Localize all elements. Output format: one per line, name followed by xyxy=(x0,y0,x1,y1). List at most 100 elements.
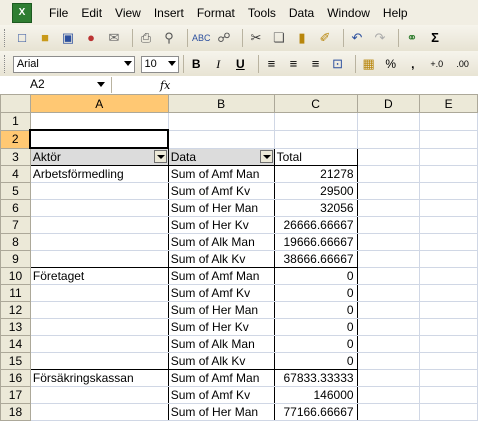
pivot-row-label[interactable] xyxy=(29,284,169,302)
pivot-row-label[interactable] xyxy=(29,352,169,370)
pivot-data-label[interactable]: Sum of Amf Kv xyxy=(167,284,275,302)
menu-view[interactable]: View xyxy=(115,6,141,20)
email-icon[interactable]: ✉ xyxy=(105,29,123,47)
hyperlink-icon[interactable]: ⚭ xyxy=(403,29,421,47)
row-header[interactable]: 15 xyxy=(0,352,31,370)
row-header[interactable]: 9 xyxy=(0,250,31,268)
pivot-data-label[interactable]: Sum of Alk Kv xyxy=(167,352,275,370)
new-document-icon[interactable]: □ xyxy=(13,29,31,47)
decrease-decimal-button[interactable]: .00 xyxy=(452,59,473,69)
row-header[interactable]: 13 xyxy=(0,318,31,336)
pivot-value[interactable]: 29500 xyxy=(273,182,358,200)
open-folder-icon[interactable]: ■ xyxy=(36,29,54,47)
cell[interactable] xyxy=(419,318,478,336)
pivot-value[interactable]: 26666.66667 xyxy=(273,216,358,234)
cell[interactable] xyxy=(356,403,421,421)
active-cell[interactable] xyxy=(29,129,170,149)
pivot-data-label[interactable]: Sum of Alk Man xyxy=(167,233,275,251)
pivot-row-label[interactable]: Företaget xyxy=(29,267,169,285)
pivot-value[interactable]: 0 xyxy=(273,335,358,353)
cell[interactable] xyxy=(419,216,478,234)
merge-center-icon[interactable]: ⊡ xyxy=(329,55,346,73)
cell[interactable] xyxy=(356,233,421,251)
chevron-down-icon[interactable] xyxy=(123,60,132,66)
paste-icon[interactable]: ▮ xyxy=(293,29,311,47)
pivot-value[interactable]: 19666.66667 xyxy=(273,233,358,251)
menu-tools[interactable]: Tools xyxy=(248,6,276,20)
research-icon[interactable]: ☍ xyxy=(215,29,233,47)
row-header[interactable]: 18 xyxy=(0,403,31,421)
redo-icon[interactable]: ↷ xyxy=(371,29,389,47)
row-header[interactable]: 16 xyxy=(0,369,31,387)
row-header[interactable]: 6 xyxy=(0,199,31,217)
pivot-value[interactable]: 77166.66667 xyxy=(273,403,358,421)
italic-button[interactable]: I xyxy=(210,57,227,72)
pivot-row-label[interactable] xyxy=(29,233,169,251)
column-header-e[interactable]: E xyxy=(419,94,478,113)
filter-dropdown-icon[interactable] xyxy=(153,150,167,163)
cell[interactable] xyxy=(273,129,358,149)
pivot-value[interactable]: 0 xyxy=(273,352,358,370)
chevron-down-icon[interactable] xyxy=(167,60,176,66)
cell[interactable] xyxy=(419,182,478,200)
toolbar-grip[interactable] xyxy=(4,55,8,73)
excel-app-icon[interactable]: X xyxy=(12,2,32,23)
column-header-b[interactable]: B xyxy=(167,94,275,113)
row-header[interactable]: 7 xyxy=(0,216,31,234)
autosum-icon[interactable]: Σ xyxy=(426,29,444,47)
menu-window[interactable]: Window xyxy=(327,6,370,20)
toolbar-grip[interactable] xyxy=(4,29,8,47)
pivot-row-field-header[interactable]: Aktör xyxy=(29,147,169,166)
pivot-row-label[interactable] xyxy=(29,335,169,353)
cell[interactable] xyxy=(167,129,275,149)
cell[interactable] xyxy=(356,216,421,234)
cell[interactable] xyxy=(273,112,358,131)
pivot-value[interactable]: 38666.66667 xyxy=(273,250,358,268)
percent-button[interactable]: % xyxy=(382,57,399,71)
column-header-d[interactable]: D xyxy=(356,94,421,113)
align-center-icon[interactable]: ≡ xyxy=(285,55,302,73)
cell[interactable] xyxy=(29,112,169,131)
pivot-data-label[interactable]: Sum of Amf Man xyxy=(167,165,275,183)
column-header-a[interactable]: A xyxy=(29,94,169,113)
cell[interactable] xyxy=(419,352,478,370)
currency-icon[interactable]: ▦ xyxy=(360,55,377,73)
pivot-data-label[interactable]: Sum of Her Kv xyxy=(167,216,275,234)
cell[interactable] xyxy=(356,112,421,131)
pivot-data-label[interactable]: Sum of Her Man xyxy=(167,301,275,319)
pivot-total-header[interactable]: Total xyxy=(273,147,358,166)
cell[interactable] xyxy=(356,129,421,149)
cell[interactable] xyxy=(356,301,421,319)
print-icon[interactable]: ⎙ xyxy=(137,29,155,47)
cell[interactable] xyxy=(167,112,275,131)
comma-style-button[interactable]: , xyxy=(404,57,421,71)
pivot-value[interactable]: 0 xyxy=(273,267,358,285)
save-icon[interactable]: ▣ xyxy=(59,29,77,47)
menu-data[interactable]: Data xyxy=(289,6,314,20)
pivot-value[interactable]: 146000 xyxy=(273,386,358,404)
cell[interactable] xyxy=(419,129,478,149)
cell[interactable] xyxy=(419,386,478,404)
cell[interactable] xyxy=(419,250,478,268)
copy-icon[interactable]: ❏ xyxy=(270,29,288,47)
pivot-data-label[interactable]: Sum of Her Man xyxy=(167,199,275,217)
align-right-icon[interactable]: ≡ xyxy=(307,55,324,73)
row-header[interactable]: 17 xyxy=(0,386,31,404)
row-header[interactable]: 1 xyxy=(0,112,31,131)
pivot-row-label[interactable] xyxy=(29,301,169,319)
pivot-data-label[interactable]: Sum of Alk Man xyxy=(167,335,275,353)
pivot-data-label[interactable]: Sum of Alk Kv xyxy=(167,250,275,268)
menu-edit[interactable]: Edit xyxy=(81,6,102,20)
cell[interactable] xyxy=(356,352,421,370)
insert-function-icon[interactable]: fx xyxy=(160,79,170,92)
column-header-c[interactable]: C xyxy=(273,94,358,113)
cell[interactable] xyxy=(419,403,478,421)
menu-help[interactable]: Help xyxy=(383,6,408,20)
cell[interactable] xyxy=(356,318,421,336)
cell[interactable] xyxy=(419,267,478,285)
pivot-row-label[interactable]: Försäkringskassan xyxy=(29,369,169,387)
pivot-row-label[interactable]: Arbetsförmedling xyxy=(29,165,169,183)
menu-format[interactable]: Format xyxy=(197,6,235,20)
pivot-row-label[interactable] xyxy=(29,199,169,217)
pivot-row-label[interactable] xyxy=(29,250,169,268)
